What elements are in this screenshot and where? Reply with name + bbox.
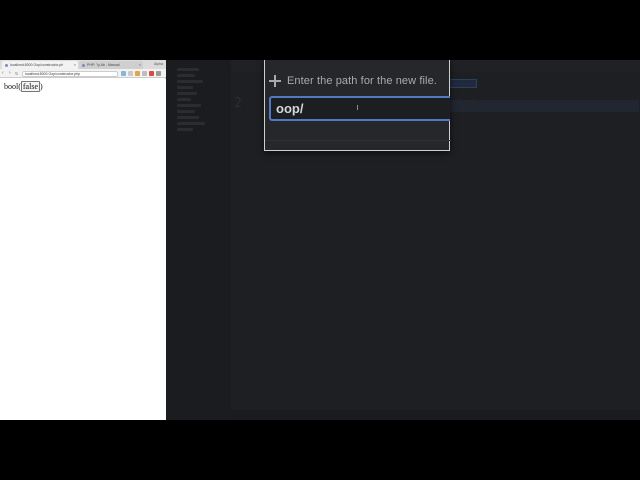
extension-icon[interactable] xyxy=(149,71,154,76)
tree-item[interactable] xyxy=(177,74,195,77)
video-frame: localhost:8000 Oop/constructor.ph × PHP:… xyxy=(0,0,640,480)
tree-item[interactable] xyxy=(177,122,205,125)
tree-item[interactable] xyxy=(177,92,197,95)
var-dump-output: bool(false) xyxy=(4,81,43,92)
menu-icon[interactable] xyxy=(156,71,161,76)
tree-item[interactable] xyxy=(177,116,199,119)
address-bar[interactable]: localhost:8000 Oop/constructor.php xyxy=(22,70,118,77)
plus-icon xyxy=(269,75,281,87)
tree-item[interactable] xyxy=(177,128,193,131)
tree-item[interactable] xyxy=(177,110,195,113)
page-content: bool(false) xyxy=(0,79,166,420)
tree-item[interactable] xyxy=(177,80,203,83)
output-value: false xyxy=(20,81,40,92)
status-bar xyxy=(231,410,640,420)
favicon-icon xyxy=(82,63,85,67)
browser-tabbar: localhost:8000 Oop/constructor.ph × PHP:… xyxy=(0,60,166,69)
extension-icon[interactable] xyxy=(121,71,126,76)
extension-icon[interactable] xyxy=(128,71,133,76)
browser-tab-php-manual[interactable]: PHP: ?y Ab - Manual × xyxy=(79,61,143,69)
tree-item[interactable] xyxy=(177,98,191,101)
reload-icon[interactable]: ↻ xyxy=(15,70,18,77)
output-suffix: ) xyxy=(40,82,43,91)
back-icon[interactable]: ‹ xyxy=(2,70,4,77)
browser-window: localhost:8000 Oop/constructor.ph × PHP:… xyxy=(0,60,166,420)
profile-name[interactable]: Alpha xyxy=(154,61,163,68)
dialog-prompt: Enter the path for the new file. xyxy=(287,75,437,87)
forward-icon[interactable]: › xyxy=(9,70,11,77)
favicon-icon xyxy=(5,63,8,67)
tree-item[interactable] xyxy=(177,68,199,71)
close-icon[interactable]: × xyxy=(74,61,76,69)
tab-label: localhost:8000 Oop/constructor.ph xyxy=(10,63,64,67)
extension-icon[interactable] xyxy=(142,71,147,76)
extension-icon[interactable] xyxy=(135,71,140,76)
file-tree[interactable] xyxy=(167,60,231,420)
dialog-header: Enter the path for the new file. xyxy=(269,73,437,89)
desktop-screen: localhost:8000 Oop/constructor.ph × PHP:… xyxy=(0,60,640,420)
tree-item[interactable] xyxy=(177,104,201,107)
mouse-cursor xyxy=(357,105,360,110)
new-file-dialog: Enter the path for the new file. xyxy=(264,60,451,151)
tree-item[interactable] xyxy=(177,86,193,89)
close-icon[interactable]: × xyxy=(139,61,141,69)
code-line: tr(:: xyxy=(457,96,488,111)
selection-highlight xyxy=(449,79,477,88)
tab-label: PHP: ?y Ab - Manual xyxy=(87,63,120,67)
output-prefix: bool( xyxy=(4,82,21,91)
line-number: 2 xyxy=(234,96,242,111)
address-text: localhost:8000 Oop/constructor.php xyxy=(25,71,81,76)
browser-toolbar: ‹ › ↻ localhost:8000 Oop/constructor.php xyxy=(0,69,166,78)
dialog-divider xyxy=(265,140,451,141)
browser-tab-active[interactable]: localhost:8000 Oop/constructor.ph × xyxy=(2,61,78,69)
